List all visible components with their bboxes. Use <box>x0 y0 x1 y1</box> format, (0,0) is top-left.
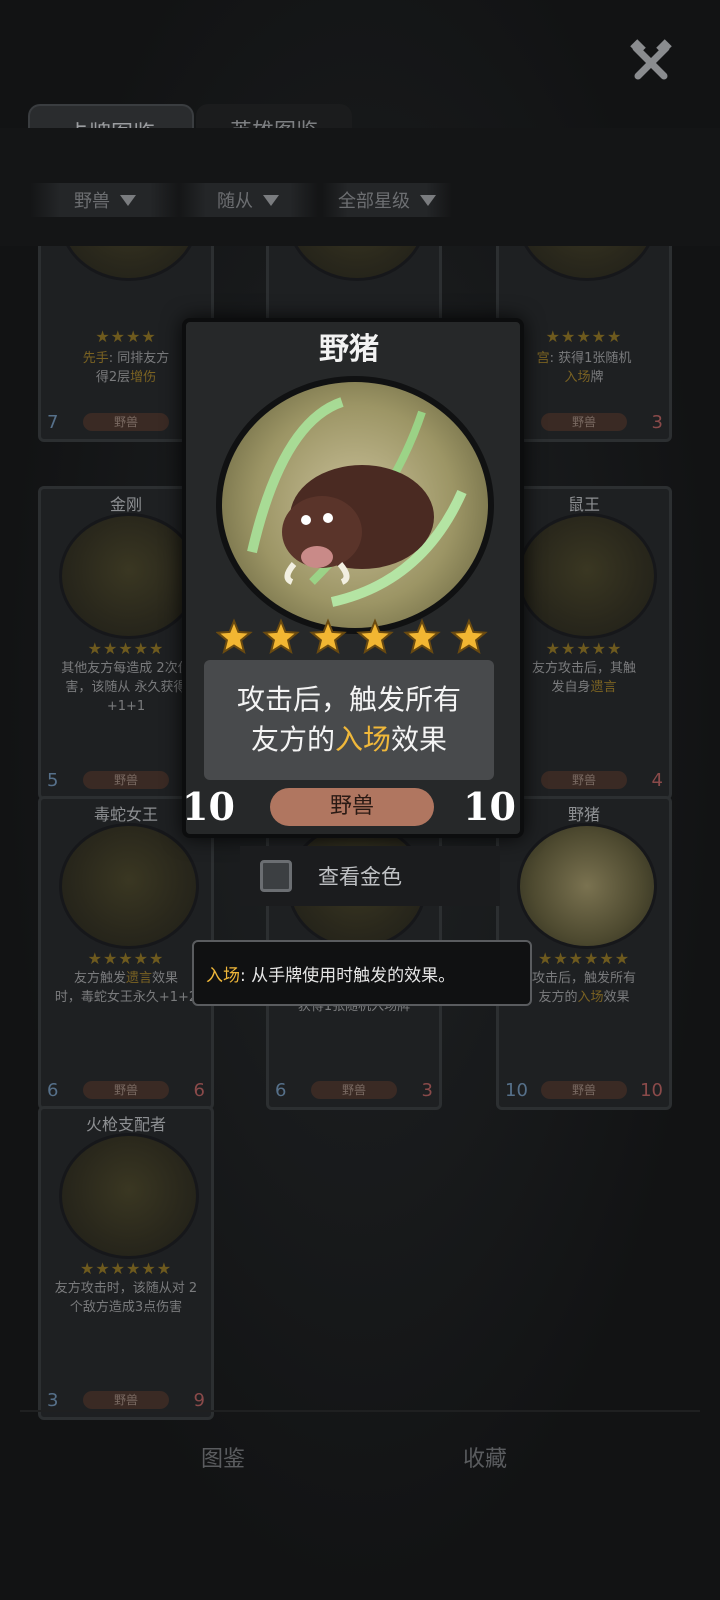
card-name: 野猪 <box>567 805 600 824</box>
card-tribe: 野兽 <box>311 1081 397 1099</box>
card-cost: 10 <box>505 1080 528 1101</box>
view-gold-checkbox[interactable] <box>260 860 292 892</box>
card-tribe: 野兽 <box>541 1081 627 1099</box>
card-stars: ★★★★★ <box>545 327 623 346</box>
card-tribe: 野兽 <box>83 771 169 789</box>
card-stars: ★★★★★ <box>87 639 165 658</box>
star-icon <box>262 618 300 654</box>
filter-stars-overlay: 全部星级 <box>322 183 452 217</box>
card-desc: 先手: 同排友方 得2层增伤 <box>82 351 170 385</box>
card-desc: 友方攻击时，该随从对 2个敌方造成3点伤害 <box>54 1281 198 1315</box>
card-cost: 6 <box>275 1080 287 1101</box>
card-desc: 其他友方每造成 2次伤害，该随从 永久获得+1+1 <box>61 661 191 714</box>
filter-tribe-overlay: 野兽 <box>30 183 180 217</box>
card-attack: 3 <box>421 1080 433 1101</box>
keyword-entry-highlight[interactable]: 入场 <box>335 723 391 756</box>
star-icon <box>450 618 488 654</box>
card-name: 火枪支配者 <box>85 1115 166 1134</box>
featured-star-row <box>215 618 506 658</box>
boar-art-icon <box>216 376 494 634</box>
filter-type-overlay: 随从 <box>178 183 318 217</box>
featured-card: 野猪 攻击后，触发所有 友方的入场效果 10 野兽 10 <box>182 318 524 838</box>
card-art <box>59 1133 199 1259</box>
keyword-tooltip: 入场: 从手牌使用时触发的效果。 <box>192 940 532 1006</box>
nav-collection[interactable]: 收藏 <box>410 1432 560 1482</box>
card-art <box>517 823 657 949</box>
card-cost: 3 <box>47 1390 59 1411</box>
featured-card-desc: 攻击后，触发所有 友方的入场效果 <box>204 660 494 780</box>
card-stars: ★★★★★ <box>87 949 165 968</box>
card-tribe: 野兽 <box>83 1081 169 1099</box>
featured-card-attack: 10 <box>463 784 516 829</box>
card-attack: 4 <box>651 770 663 791</box>
star-icon <box>403 618 441 654</box>
star-icon <box>215 618 253 654</box>
featured-desc-line2: 友方的入场效果 <box>250 723 448 756</box>
card-cost: 7 <box>47 412 59 433</box>
card-gun-master[interactable]: 火枪支配者 ★★★★★★ 友方攻击时，该随从对 2个敌方造成3点伤害 3 9 野… <box>38 1106 214 1420</box>
featured-card-cost: 10 <box>182 784 235 829</box>
tooltip-keyword: 入场 <box>206 965 240 986</box>
card-desc: 宫: 获得1张随机 入场牌 <box>536 351 632 385</box>
card-tribe: 野兽 <box>541 771 627 789</box>
card-desc: 友方攻击后，其触 发自身遗言 <box>531 661 636 695</box>
card-stars: ★★★★★ <box>545 639 623 658</box>
featured-desc-line1: 攻击后，触发所有 <box>236 683 461 716</box>
tooltip-text: : 从手牌使用时触发的效果。 <box>240 965 456 986</box>
star-icon <box>309 618 347 654</box>
close-button[interactable] <box>628 38 674 84</box>
card-art <box>59 823 199 949</box>
star-icon <box>356 618 394 654</box>
card-tribe: 野兽 <box>541 413 627 431</box>
card-cost: 5 <box>47 770 59 791</box>
crossed-tools-icon <box>630 39 672 80</box>
view-gold-label: 查看金色 <box>318 865 402 889</box>
card-attack: 6 <box>193 1080 205 1101</box>
card-attack: 3 <box>651 412 663 433</box>
card-snake-queen[interactable]: 毒蛇女王 ★★★★★ 友方触发遗言效果 时，毒蛇女王永久+1+2 6 6 野兽 <box>38 796 214 1110</box>
view-gold-toggle[interactable]: 查看金色 <box>240 846 500 906</box>
featured-card-name: 野猪 <box>319 332 379 367</box>
card-tribe: 野兽 <box>83 413 169 431</box>
card-stars: ★★★★★★ <box>79 1259 173 1278</box>
card-art <box>517 513 657 639</box>
card-attack: 9 <box>193 1390 205 1411</box>
card-art <box>59 513 199 639</box>
card-tribe: 野兽 <box>83 1391 169 1409</box>
card-stars: ★★★★ <box>95 327 157 346</box>
card-attack: 10 <box>640 1080 663 1101</box>
card-cost: 6 <box>47 1080 59 1101</box>
bottom-divider <box>20 1410 700 1412</box>
featured-card-tribe: 野兽 <box>270 788 434 826</box>
card-desc: 友方触发遗言效果 时，毒蛇女王永久+1+2 <box>54 971 198 1005</box>
nav-codex[interactable]: 图鉴 <box>148 1432 298 1482</box>
card-name: 鼠王 <box>567 495 600 514</box>
